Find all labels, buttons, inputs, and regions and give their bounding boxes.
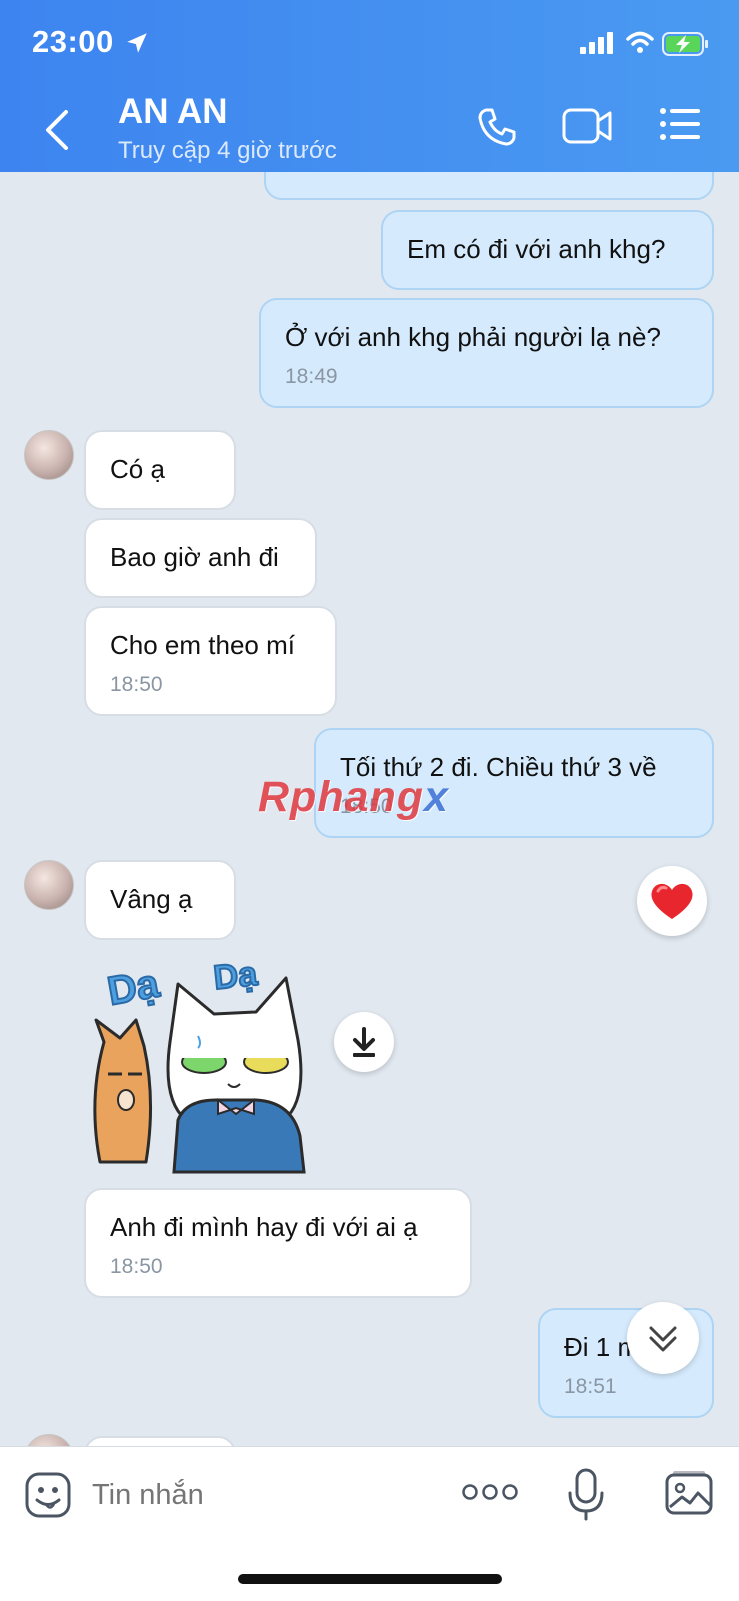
message-bubble-incoming[interactable]: Anh đi mình hay đi với ai ạ 18:50	[84, 1188, 472, 1298]
message-bubble-incoming[interactable]: Bao giờ anh đi	[84, 518, 317, 598]
sticker-emoji-button[interactable]	[24, 1471, 72, 1519]
message-bubble-partial[interactable]	[264, 172, 714, 200]
contact-avatar[interactable]	[24, 1434, 74, 1446]
sticker-text-1: Dạ	[104, 961, 163, 1013]
wifi-icon	[626, 31, 654, 53]
double-chevron-down-icon	[649, 1326, 677, 1352]
message-text: Vâng ạ	[110, 884, 193, 914]
message-text: Ở với anh khg phải người lạ nè?	[285, 322, 661, 352]
download-sticker-button[interactable]	[334, 1012, 394, 1072]
message-bubble-incoming[interactable]: Vâng ạ	[84, 860, 236, 940]
watermark-text: Rphang	[258, 773, 425, 821]
message-time: 18:50	[110, 1255, 163, 1278]
heart-reaction-button[interactable]	[637, 866, 707, 936]
chat-header: 23:00 AN AN Truy cập 4 giờ trước	[0, 0, 739, 172]
microphone-button[interactable]	[566, 1467, 606, 1523]
contact-name[interactable]: AN AN	[118, 92, 228, 132]
message-text: Bao giờ anh đi	[110, 542, 279, 572]
cat-sticker[interactable]: Dạ Dạ	[86, 950, 326, 1174]
message-input[interactable]	[90, 1469, 434, 1521]
contact-avatar[interactable]	[24, 860, 74, 910]
heart-icon	[651, 883, 693, 919]
cellular-signal-icon	[580, 32, 613, 54]
message-text: Em có đi với anh khg?	[407, 234, 666, 264]
image-gallery-button[interactable]	[664, 1469, 714, 1517]
message-text: Có ạ	[110, 454, 165, 484]
message-time: 18:49	[285, 365, 338, 388]
message-bubble-incoming[interactable]: Cho em theo mí 18:50	[84, 606, 337, 716]
message-time: 18:50	[110, 673, 163, 696]
video-call-button[interactable]	[562, 106, 614, 146]
message-text: Cho em theo mí	[110, 630, 295, 660]
message-time: 18:51	[564, 1375, 617, 1398]
download-icon	[353, 1027, 375, 1057]
location-arrow-icon	[127, 33, 147, 53]
watermark: Rphangx	[258, 773, 449, 822]
battery-charging-icon	[662, 32, 708, 56]
status-time: 23:00	[32, 24, 114, 59]
message-text: Anh đi mình hay đi với ai ạ	[110, 1212, 418, 1242]
last-seen-status: Truy cập 4 giờ trước	[118, 137, 337, 164]
home-indicator[interactable]	[238, 1574, 502, 1584]
message-list[interactable]: Em có đi với anh khg? Ở với anh khg phải…	[0, 172, 739, 1446]
sticker-text-2: Dạ	[212, 955, 260, 997]
back-button[interactable]	[38, 108, 78, 152]
message-bubble-outgoing[interactable]: Em có đi với anh khg?	[381, 210, 714, 290]
contact-avatar[interactable]	[24, 430, 74, 480]
menu-list-button[interactable]	[660, 106, 700, 142]
scroll-to-bottom-button[interactable]	[627, 1302, 699, 1374]
more-options-button[interactable]	[462, 1479, 518, 1505]
watermark-text-end: x	[424, 773, 449, 821]
message-bubble-outgoing[interactable]: Ở với anh khg phải người lạ nè? 18:49	[259, 298, 714, 408]
message-bubble-partial[interactable]	[84, 1436, 236, 1446]
phone-call-button[interactable]	[476, 106, 518, 148]
message-bubble-incoming[interactable]: Có ạ	[84, 430, 236, 510]
